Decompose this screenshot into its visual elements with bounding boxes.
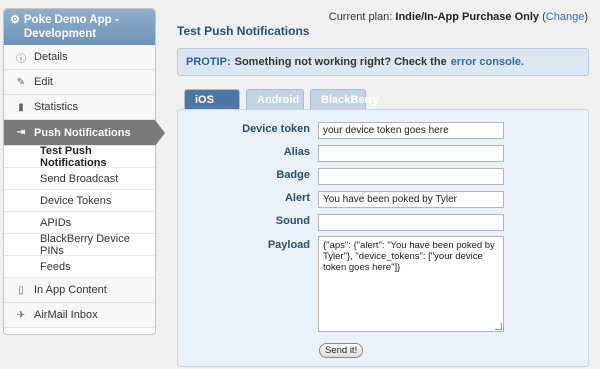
bar-chart-icon: ▮ [18,101,24,113]
send-button[interactable]: Send it! [319,343,364,358]
alert-input[interactable]: You have been poked by Tyler [318,191,504,208]
sidebar-item-push-notifications[interactable]: ⇥ Push Notifications [4,120,165,146]
error-console-link[interactable]: error console. [451,56,524,68]
sidebar-subitem-label: BlackBerry Device PINs [40,232,130,257]
sidebar-item-label: Details [34,51,68,63]
app-title: Poke Demo App - Development [23,14,119,40]
tab-android[interactable]: Android [246,89,304,109]
plan-prefix: Current plan: [328,11,393,23]
platform-tabs: iOS Android BlackBerry [184,89,379,109]
sidebar-subitem-blackberry-pins[interactable]: BlackBerry Device PINs [4,232,155,257]
sidebar-subitem-label: Test Push Notifications [40,144,107,169]
protip-text: Something not working right? Check the [234,56,447,68]
device-token-input[interactable]: your device token goes here [318,122,504,139]
sidebar-subitem-feeds[interactable]: Feeds [4,256,155,278]
sidebar-item-label: In App Content [34,284,107,296]
push-icon: ⇥ [16,127,26,138]
current-plan: Current plan: Indie/In-App Purchase Only… [328,11,588,23]
alias-input[interactable] [318,145,504,162]
info-icon: ⓘ [16,53,26,65]
sidebar-item-in-app-content[interactable]: ▯ In App Content [4,278,155,303]
sidebar-subitem-test-push[interactable]: Test Push Notifications [4,144,155,169]
sidebar-subitem-label: Device Tokens [40,194,112,207]
sidebar-item-airmail-inbox[interactable]: ✈ AirMail Inbox [4,303,155,328]
sidebar-subitem-apids[interactable]: APIDs [4,212,155,234]
gear-icon: ⚙ [10,14,20,26]
pencil-icon: ✎ [16,76,26,88]
sidebar-subitem-send-broadcast[interactable]: Send Broadcast [4,168,155,190]
push-form: Device token your device token goes here… [177,109,589,367]
sidebar-item-label: Edit [34,76,53,88]
device-token-label: Device token [242,123,310,135]
protip-label: PROTIP: [186,56,231,68]
sidebar-subitem-label: Send Broadcast [40,172,119,185]
sidebar-subitem-label: Feeds [40,260,71,273]
badge-input[interactable] [318,168,504,185]
sidebar-item-details[interactable]: ⓘ Details [4,45,155,70]
tab-blackberry[interactable]: BlackBerry [310,89,379,109]
app-header[interactable]: ⚙ Poke Demo App - Development [4,9,155,45]
sound-label: Sound [275,215,310,227]
alias-label: Alias [283,146,310,158]
sidebar-subitem-device-tokens[interactable]: Device Tokens [4,190,155,212]
sidebar-item-label: Statistics [34,101,79,113]
change-plan-link[interactable]: Change [546,11,585,23]
page-title: Test Push Notifications [177,24,310,38]
sidebar-item-edit[interactable]: ✎ Edit [4,70,155,95]
airmail-icon: ✈ [16,309,26,321]
resize-grip-icon[interactable] [495,323,502,330]
sidebar-item-label: Push Notifications [34,126,131,139]
document-icon: ▯ [18,284,24,296]
payload-textarea[interactable]: {"aps": {"alert": "You have been poked b… [318,236,504,332]
payload-label: Payload [267,239,310,251]
sidebar-item-statistics[interactable]: ▮ Statistics [4,95,155,120]
payload-text: {"aps": {"alert": "You have been poked b… [323,240,495,273]
plan-name: Indie/In-App Purchase Only [395,11,540,23]
sidebar-item-label: AirMail Inbox [34,309,98,321]
tab-ios[interactable]: iOS [184,89,240,109]
alert-label: Alert [284,192,310,204]
protip-banner: PROTIP: Something not working right? Che… [177,48,589,76]
badge-label: Badge [276,169,310,181]
sidebar: ⚙ Poke Demo App - Development ⓘ Details … [3,8,165,335]
sound-input[interactable] [318,214,504,231]
sidebar-subitem-label: APIDs [40,216,72,229]
